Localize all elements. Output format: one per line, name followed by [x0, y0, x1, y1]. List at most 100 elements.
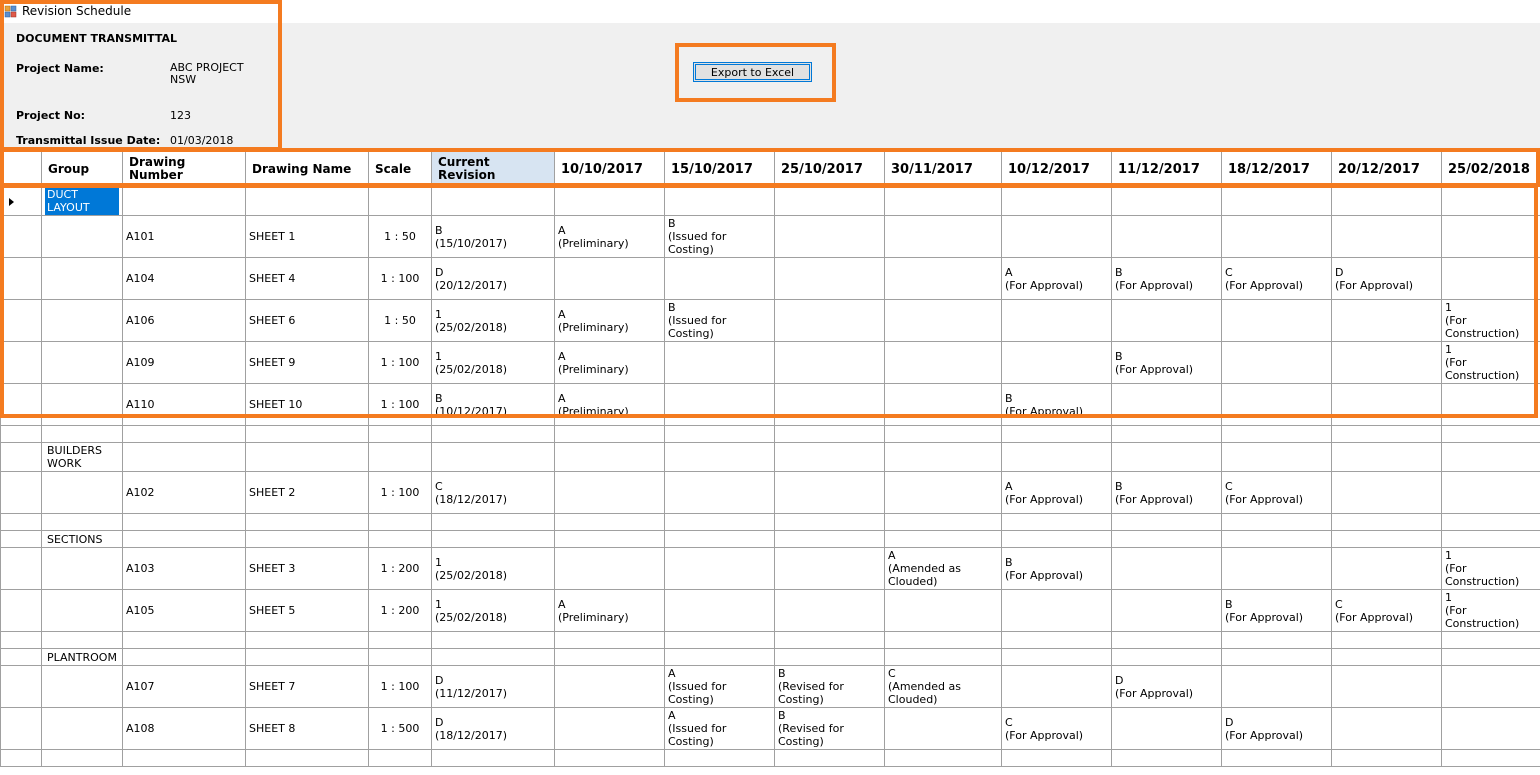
grid-cell[interactable] [1001, 513, 1112, 531]
grid-cell-d5[interactable] [1001, 589, 1112, 632]
row-header[interactable] [0, 186, 42, 216]
row-header[interactable] [0, 749, 42, 767]
grid-cell-d2[interactable]: A (Issued for Costing) [664, 707, 775, 750]
grid-cell-d7[interactable] [1221, 299, 1332, 342]
grid-cell-d9[interactable]: 1 (For Construction) [1441, 341, 1540, 384]
grid-cell-d8[interactable] [1331, 665, 1442, 708]
grid-cell-number[interactable]: A102 [122, 471, 246, 514]
grid-cell[interactable] [368, 513, 432, 531]
grid-cell-current[interactable]: D (20/12/2017) [431, 257, 555, 300]
grid-cell-d3[interactable]: B (Revised for Costing) [774, 707, 885, 750]
grid-cell-number[interactable]: A104 [122, 257, 246, 300]
grid-cell[interactable] [1001, 530, 1112, 548]
grid-cell-d3[interactable] [774, 471, 885, 514]
grid-cell-d5[interactable] [1001, 341, 1112, 384]
grid-cell[interactable] [1331, 749, 1442, 767]
grid-cell-d1[interactable]: A (Preliminary) [554, 341, 665, 384]
grid-cell[interactable] [774, 648, 885, 666]
grid-cell-name[interactable]: SHEET 2 [245, 471, 369, 514]
grid-cell[interactable] [431, 442, 555, 472]
grid-cell[interactable] [1331, 186, 1442, 216]
group-cell[interactable]: PLANTROOM [41, 648, 123, 666]
grid-cell-d1[interactable] [554, 665, 665, 708]
grid-cell-group[interactable] [41, 215, 123, 258]
grid-cell[interactable] [1111, 425, 1222, 443]
export-to-excel-button[interactable]: Export to Excel [693, 62, 812, 82]
grid-cell[interactable] [245, 513, 369, 531]
grid-cell-d6[interactable] [1111, 383, 1222, 426]
grid-cell-number[interactable]: A109 [122, 341, 246, 384]
grid-cell-group[interactable] [41, 341, 123, 384]
column-header-date[interactable]: 10/10/2017 [554, 151, 665, 187]
column-header-date[interactable]: 30/11/2017 [884, 151, 1002, 187]
revision-grid[interactable]: Group Drawing Number Drawing Name Scale … [0, 151, 1540, 775]
grid-cell-scale[interactable]: 1 : 50 [368, 215, 432, 258]
grid-cell-number[interactable]: A108 [122, 707, 246, 750]
grid-cell[interactable] [1331, 648, 1442, 666]
grid-cell[interactable] [122, 749, 246, 767]
grid-cell[interactable] [554, 513, 665, 531]
grid-cell-d2[interactable] [664, 341, 775, 384]
column-header-scale[interactable]: Scale [368, 151, 432, 187]
grid-cell-d8[interactable]: C (For Approval) [1331, 589, 1442, 632]
grid-cell[interactable] [1441, 425, 1540, 443]
grid-cell-d1[interactable] [554, 547, 665, 590]
row-header[interactable] [0, 547, 42, 590]
grid-cell[interactable] [431, 530, 555, 548]
grid-cell[interactable] [122, 530, 246, 548]
grid-cell-d5[interactable] [1001, 665, 1112, 708]
grid-cell-d7[interactable]: B (For Approval) [1221, 589, 1332, 632]
grid-cell-d6[interactable] [1111, 589, 1222, 632]
grid-cell-current[interactable]: 1 (25/02/2018) [431, 299, 555, 342]
grid-cell-current[interactable]: D (18/12/2017) [431, 707, 555, 750]
grid-cell-scale[interactable]: 1 : 100 [368, 665, 432, 708]
grid-cell[interactable] [245, 186, 369, 216]
grid-cell-number[interactable]: A106 [122, 299, 246, 342]
grid-cell-d4[interactable] [884, 589, 1002, 632]
grid-cell[interactable] [368, 186, 432, 216]
grid-cell-name[interactable]: SHEET 5 [245, 589, 369, 632]
grid-cell[interactable] [884, 186, 1002, 216]
column-header-date[interactable]: 20/12/2017 [1331, 151, 1442, 187]
grid-cell-d6[interactable]: D (For Approval) [1111, 665, 1222, 708]
grid-cell[interactable] [1111, 648, 1222, 666]
grid-cell-d4[interactable] [884, 257, 1002, 300]
grid-cell[interactable] [1331, 425, 1442, 443]
grid-cell[interactable] [1441, 530, 1540, 548]
grid-cell-d3[interactable]: B (Revised for Costing) [774, 665, 885, 708]
grid-cell-d3[interactable] [774, 547, 885, 590]
grid-cell-current[interactable]: 1 (25/02/2018) [431, 341, 555, 384]
grid-cell[interactable] [1111, 442, 1222, 472]
column-header-group[interactable]: Group [41, 151, 123, 187]
grid-cell[interactable] [664, 530, 775, 548]
grid-cell[interactable] [431, 186, 555, 216]
grid-cell-current[interactable]: C (18/12/2017) [431, 471, 555, 514]
grid-cell-d3[interactable] [774, 589, 885, 632]
grid-cell-d7[interactable]: D (For Approval) [1221, 707, 1332, 750]
grid-cell-group[interactable] [41, 257, 123, 300]
grid-cell[interactable] [664, 425, 775, 443]
grid-cell-current[interactable]: 1 (25/02/2018) [431, 547, 555, 590]
grid-cell-group[interactable] [41, 707, 123, 750]
grid-cell-d2[interactable] [664, 589, 775, 632]
row-header-corner[interactable] [0, 151, 42, 187]
grid-cell-d4[interactable]: C (Amended as Clouded) [884, 665, 1002, 708]
grid-cell-d4[interactable] [884, 707, 1002, 750]
grid-cell[interactable] [1001, 186, 1112, 216]
grid-cell[interactable] [245, 648, 369, 666]
grid-cell-name[interactable]: SHEET 1 [245, 215, 369, 258]
grid-cell[interactable] [245, 425, 369, 443]
grid-cell-name[interactable]: SHEET 8 [245, 707, 369, 750]
grid-cell-name[interactable]: SHEET 3 [245, 547, 369, 590]
grid-cell-number[interactable]: A110 [122, 383, 246, 426]
grid-cell[interactable] [122, 513, 246, 531]
grid-cell-d9[interactable] [1441, 707, 1540, 750]
grid-cell-d8[interactable] [1331, 215, 1442, 258]
grid-cell[interactable] [1221, 749, 1332, 767]
grid-cell[interactable] [1441, 631, 1540, 649]
grid-cell[interactable] [554, 749, 665, 767]
grid-cell-d7[interactable]: C (For Approval) [1221, 257, 1332, 300]
column-header-date[interactable]: 15/10/2017 [664, 151, 775, 187]
grid-cell[interactable] [774, 631, 885, 649]
grid-cell-d3[interactable] [774, 299, 885, 342]
